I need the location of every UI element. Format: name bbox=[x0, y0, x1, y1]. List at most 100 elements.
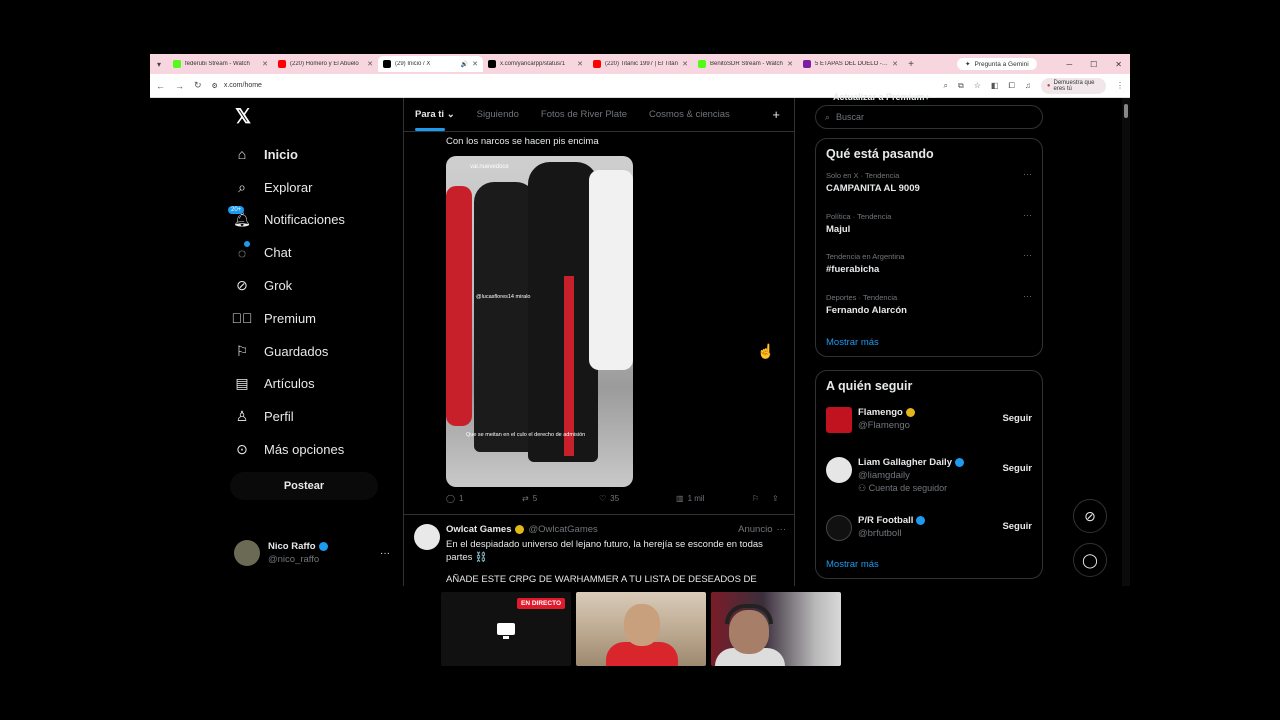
premium-upgrade-link[interactable]: Actualizar a Premium+ bbox=[833, 92, 930, 102]
tab-para-ti[interactable]: Para ti ⌄ bbox=[415, 109, 455, 131]
share-icon: ⇪ bbox=[772, 494, 779, 503]
menu-icon[interactable]: ⋮ bbox=[1116, 81, 1124, 90]
tab-6[interactable]: 5 ETAPAS DEL DUELO - V... ✕ bbox=[798, 56, 903, 72]
repost-button[interactable]: ⇄ 5 bbox=[522, 494, 599, 503]
views-button[interactable]: ▥ 1 mil bbox=[676, 494, 752, 503]
search-input[interactable]: ⌕ Buscar bbox=[815, 105, 1043, 129]
star-icon[interactable]: ☆ bbox=[974, 81, 981, 90]
author-name[interactable]: Owlcat Games bbox=[446, 524, 511, 535]
zoom-icon[interactable]: ⌕ bbox=[944, 81, 948, 91]
follow-item[interactable]: Flamengo @Flamengo Seguir bbox=[816, 401, 1042, 451]
nav-item-articulos[interactable]: ▤ Artículos bbox=[234, 368, 345, 401]
url-field[interactable]: ⚙ x.com/home bbox=[212, 77, 934, 95]
nav-item-mas-opciones[interactable]: ⊙ Más opciones bbox=[234, 433, 345, 466]
tab-3[interactable]: x.com/yancarpp/status/1 ✕ bbox=[483, 56, 588, 72]
minimize-icon[interactable]: ─ bbox=[1066, 60, 1072, 69]
close-icon[interactable]: ✕ bbox=[892, 60, 898, 68]
x-logo-icon[interactable]: 𝕏 bbox=[235, 104, 251, 129]
follow-button[interactable]: Seguir bbox=[1002, 413, 1032, 424]
profile-button[interactable]: ● Demuestra que eres tú bbox=[1040, 77, 1106, 94]
like-button[interactable]: ♡ 35 bbox=[599, 494, 676, 503]
nav-item-perfil[interactable]: ♙ Perfil bbox=[234, 400, 345, 433]
close-icon[interactable]: ✕ bbox=[577, 60, 583, 68]
site-info-icon[interactable]: ⚙ bbox=[212, 82, 218, 90]
follow-item[interactable]: Liam Gallagher Daily @liamgdaily ⚇ Cuent… bbox=[816, 451, 1042, 509]
nav-item-grok[interactable]: ⊘ Grok bbox=[234, 269, 345, 302]
nav-item-inicio[interactable]: ⌂ Inicio bbox=[234, 138, 345, 171]
toolbar-right: ⌕ ⧉ ☆ ◧ ⧠ ♫ ● Demuestra que eres tú ⋮ bbox=[944, 77, 1124, 94]
account-switcher[interactable]: Nico Raffo @nico_raffo ··· bbox=[234, 540, 390, 566]
views-icon: ▥ bbox=[676, 494, 684, 503]
nav-item-guardados[interactable]: ⚐ Guardados bbox=[234, 335, 345, 368]
gemini-button[interactable]: ✦ Pregunta a Gemini bbox=[957, 58, 1037, 70]
speaker-icon[interactable]: 🔊 bbox=[461, 61, 468, 68]
more-icon[interactable]: ··· bbox=[1023, 210, 1032, 220]
scrollbar-thumb[interactable] bbox=[1124, 104, 1128, 118]
nav-item-premium[interactable]: ✓⃝ Premium bbox=[232, 302, 345, 335]
tab-cosmos[interactable]: Cosmos & ciencias bbox=[649, 109, 730, 120]
show-more-link[interactable]: Mostrar más bbox=[816, 553, 1042, 578]
forward-icon[interactable]: → bbox=[175, 81, 184, 91]
nav-item-explorar[interactable]: ⌕ Explorar bbox=[234, 171, 345, 204]
monitor-icon bbox=[497, 623, 515, 639]
puzzle-icon[interactable]: ⧠ bbox=[1008, 81, 1014, 91]
scrollbar[interactable] bbox=[1122, 98, 1130, 586]
add-tab-icon[interactable]: + bbox=[772, 107, 780, 122]
share-button[interactable]: ⇪ bbox=[772, 494, 779, 503]
show-more-link[interactable]: Mostrar más bbox=[816, 331, 1042, 356]
back-icon[interactable]: ← bbox=[156, 81, 165, 91]
tab-5[interactable]: BenitoSDR Stream - Watch ✕ bbox=[693, 56, 798, 72]
maximize-icon[interactable]: ☐ bbox=[1090, 60, 1097, 69]
favicon-icon bbox=[593, 60, 601, 68]
follow-button[interactable]: Seguir bbox=[1002, 463, 1032, 474]
follow-item[interactable]: P/R Football @brfutboll Seguir bbox=[816, 509, 1042, 553]
avatar[interactable] bbox=[414, 524, 440, 550]
close-icon[interactable]: ✕ bbox=[262, 60, 268, 68]
more-icon[interactable]: ··· bbox=[777, 524, 787, 535]
tab-siguiendo[interactable]: Siguiendo bbox=[477, 109, 519, 120]
grok-float-button[interactable]: ⊘ bbox=[1073, 499, 1107, 533]
trend-item[interactable]: Deportes · Tendencia Fernando Alarcón ··· bbox=[816, 291, 1042, 332]
headphones-shape bbox=[725, 604, 773, 624]
favicon-icon bbox=[488, 60, 496, 68]
author-handle[interactable]: @OwlcatGames bbox=[528, 524, 597, 535]
post-button[interactable]: Postear bbox=[230, 472, 378, 500]
new-tab-button[interactable]: + bbox=[903, 59, 919, 70]
tab-2[interactable]: (29) Inicio / X 🔊 ✕ bbox=[378, 56, 483, 72]
follow-handle: @Flamengo bbox=[858, 420, 910, 431]
tweet-video[interactable]: val.nuevedoce @lucasflores14 miralo Que … bbox=[446, 156, 633, 487]
tab-4[interactable]: (220) Titanic 1997 | El Titán ✕ bbox=[588, 56, 693, 72]
tab-search-icon[interactable]: ▾ bbox=[150, 60, 168, 69]
trend-item[interactable]: Tendencia en Argentina #fuerabicha ··· bbox=[816, 250, 1042, 291]
close-icon[interactable]: ✕ bbox=[682, 60, 688, 68]
messages-float-button[interactable]: ◯ bbox=[1073, 543, 1107, 577]
tab-1[interactable]: (220) Homero y El Abuelo ✕ bbox=[273, 56, 378, 72]
close-icon[interactable]: ✕ bbox=[367, 60, 373, 68]
close-icon[interactable]: ✕ bbox=[787, 60, 793, 68]
avatar bbox=[826, 515, 852, 541]
trend-item[interactable]: Política · Tendencia Majul ··· bbox=[816, 210, 1042, 251]
more-icon[interactable]: ··· bbox=[1023, 250, 1032, 260]
bookmark-button[interactable]: ⚐ bbox=[752, 494, 772, 503]
extension-icon[interactable]: ◧ bbox=[991, 81, 999, 90]
repost-icon: ⇄ bbox=[522, 494, 529, 503]
video-watermark: val.nuevedoce bbox=[470, 164, 509, 170]
close-icon[interactable]: ✕ bbox=[472, 60, 478, 68]
follow-text: P/R Football @brfutboll bbox=[858, 514, 926, 540]
nav-item-notificaciones[interactable]: 20+ 🔔︎ Notificaciones bbox=[228, 204, 345, 237]
reload-icon[interactable]: ↻ bbox=[194, 80, 202, 91]
trends-panel: Qué está pasando Solo en X · Tendencia CA… bbox=[815, 138, 1043, 357]
more-icon[interactable]: ··· bbox=[1023, 169, 1032, 179]
reply-button[interactable]: ◯ 1 bbox=[446, 494, 522, 503]
tab-0[interactable]: federubi Stream - Watch ✕ bbox=[168, 56, 273, 72]
trend-item[interactable]: Solo en X · Tendencia CAMPANITA AL 9009 ··… bbox=[816, 169, 1042, 210]
install-icon[interactable]: ⧉ bbox=[958, 81, 964, 91]
follow-button[interactable]: Seguir bbox=[1002, 521, 1032, 532]
close-window-icon[interactable]: ✕ bbox=[1115, 60, 1122, 69]
media-icon[interactable]: ♫ bbox=[1025, 81, 1031, 90]
nav-item-chat[interactable]: ◌ Chat bbox=[234, 236, 345, 269]
more-icon[interactable]: ··· bbox=[380, 548, 390, 559]
more-icon[interactable]: ··· bbox=[1023, 291, 1032, 301]
feed-tabs: Para ti ⌄ Siguiendo Fotos de River Plate… bbox=[404, 98, 794, 132]
tab-fotos-river[interactable]: Fotos de River Plate bbox=[541, 109, 627, 120]
